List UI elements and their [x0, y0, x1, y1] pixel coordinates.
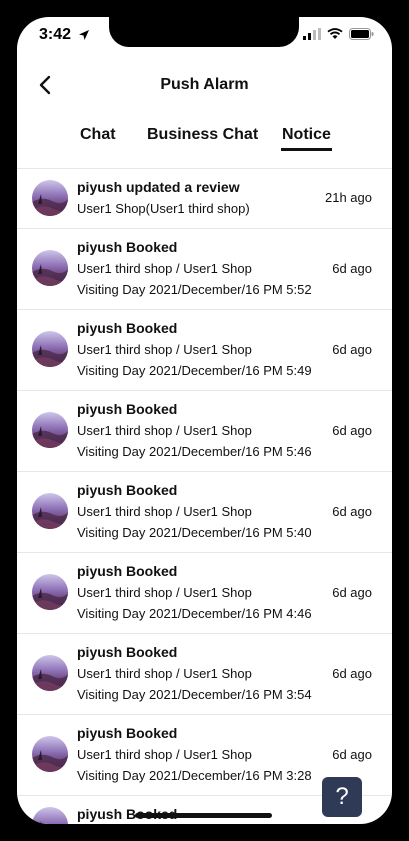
avatar — [32, 574, 68, 610]
screen: 3:42 Push Alarm Chat Business Chat Notic… — [17, 17, 392, 824]
notification-text: piyush Booked User1 third shop / User1 Sh… — [77, 480, 312, 543]
notification-row[interactable]: piyush Booked User1 third shop / User1 Sh… — [17, 390, 392, 471]
avatar — [32, 412, 68, 448]
notification-row[interactable]: piyush Booked User1 third shop / User1 Sh… — [17, 552, 392, 633]
avatar — [32, 736, 68, 772]
tab-notice[interactable]: Notice — [281, 126, 332, 151]
notification-text: piyush Booked User1 third shop / User1 Sh… — [77, 723, 312, 786]
notification-time: 6d ago — [332, 666, 372, 681]
notification-time: 6d ago — [332, 504, 372, 519]
notification-title: piyush Booked — [77, 644, 178, 660]
tab-chat[interactable]: Chat — [80, 126, 116, 144]
avatar — [32, 250, 68, 286]
notification-time: 6d ago — [332, 585, 372, 600]
notification-shop: User1 third shop / User1 Shop — [77, 423, 252, 438]
notification-visit-date: Visiting Day 2021/December/16 PM 3:54 — [77, 687, 312, 702]
notification-title: piyush Booked — [77, 239, 178, 255]
page-title: Push Alarm — [160, 76, 249, 93]
header: Push Alarm — [17, 65, 392, 109]
notification-shop: User1 third shop / User1 Shop — [77, 747, 252, 762]
notification-time: 21h ago — [325, 190, 372, 205]
notification-text: piyush Booked User1 third shop / User1 Sh… — [77, 642, 312, 705]
notification-shop: User1 Shop(User1 third shop) — [77, 201, 250, 216]
notch — [109, 17, 299, 47]
help-button[interactable]: ? — [322, 777, 362, 817]
notification-visit-date: Visiting Day 2021/December/16 PM 4:46 — [77, 606, 312, 621]
notification-text: piyush updated a review User1 Shop(User1 … — [77, 177, 250, 219]
notification-row[interactable]: piyush Booked User1 third shop / User1 Sh… — [17, 228, 392, 309]
avatar — [32, 180, 68, 216]
status-icons — [303, 28, 374, 40]
notification-time: 6d ago — [332, 342, 372, 357]
home-indicator[interactable] — [135, 813, 272, 818]
notification-title: piyush updated a review — [77, 179, 240, 195]
notification-title: piyush Booked — [77, 725, 178, 741]
notification-shop: User1 third shop / User1 Shop — [77, 261, 252, 276]
notification-row[interactable]: piyush updated a review User1 Shop(User1 … — [17, 168, 392, 228]
notification-visit-date: Visiting Day 2021/December/16 PM 5:52 — [77, 282, 312, 297]
battery-icon — [349, 28, 374, 40]
notification-title: piyush Booked — [77, 563, 178, 579]
notification-title: piyush Booked — [77, 320, 178, 336]
notification-title: piyush Booked — [77, 482, 178, 498]
notification-text: piyush Booked User1 third shop / User1 Sh… — [77, 318, 312, 381]
notification-row[interactable]: piyush Booked User1 third shop / User1 Sh… — [17, 309, 392, 390]
tab-business-chat[interactable]: Business Chat — [147, 126, 258, 144]
notification-shop: User1 third shop / User1 Shop — [77, 342, 252, 357]
avatar — [32, 655, 68, 691]
notification-text: piyush Booked User1 third shop / User1 Sh… — [77, 399, 312, 462]
tab-bar: Chat Business Chat Notice — [17, 120, 392, 160]
avatar — [32, 807, 68, 824]
notification-shop: User1 third shop / User1 Shop — [77, 585, 252, 600]
notification-time: 6d ago — [332, 747, 372, 762]
notification-visit-date: Visiting Day 2021/December/16 PM 5:49 — [77, 363, 312, 378]
status-time: 3:42 — [39, 26, 72, 43]
notification-title: piyush Booked — [77, 401, 178, 417]
notification-shop: User1 third shop / User1 Shop — [77, 504, 252, 519]
avatar — [32, 493, 68, 529]
notification-list: piyush updated a review User1 Shop(User1 … — [17, 168, 392, 824]
notification-text: piyush Booked User1 third shop / User1 Sh… — [77, 237, 312, 300]
notification-row[interactable]: piyush Booked User1 third shop / User1 Sh… — [17, 471, 392, 552]
notification-time: 6d ago — [332, 261, 372, 276]
notification-visit-date: Visiting Day 2021/December/16 PM 3:28 — [77, 768, 312, 783]
notification-text: piyush Booked User1 third shop / User1 Sh… — [77, 561, 312, 624]
notification-visit-date: Visiting Day 2021/December/16 PM 5:46 — [77, 444, 312, 459]
notification-visit-date: Visiting Day 2021/December/16 PM 5:40 — [77, 525, 312, 540]
notification-time: 6d ago — [332, 423, 372, 438]
notification-shop: User1 third shop / User1 Shop — [77, 666, 252, 681]
avatar — [32, 331, 68, 367]
device-frame: 3:42 Push Alarm Chat Business Chat Notic… — [0, 0, 409, 841]
location-arrow-icon — [79, 30, 89, 40]
signal-icon — [303, 28, 321, 40]
notification-row[interactable]: piyush Booked User1 third shop / User1 Sh… — [17, 633, 392, 714]
wifi-icon — [327, 28, 343, 39]
